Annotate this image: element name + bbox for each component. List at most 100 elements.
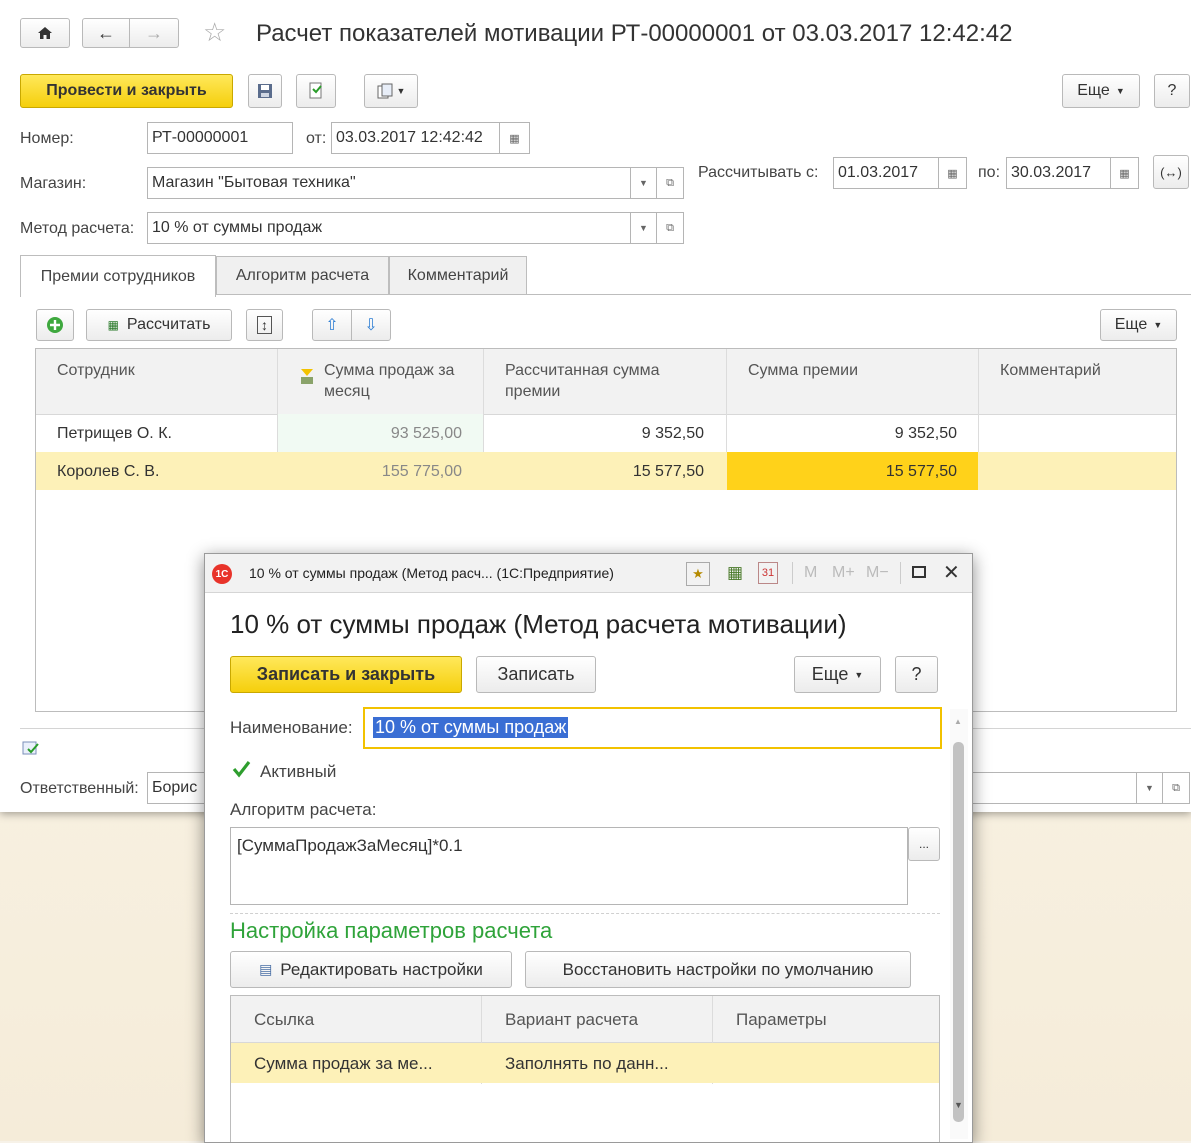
dropdown-chevron-icon[interactable]: ▼	[630, 212, 657, 244]
table-more-button[interactable]: Еще ▼	[1100, 309, 1177, 341]
dialog-help-button[interactable]: ?	[895, 656, 938, 693]
scroll-up-icon[interactable]: ▲	[954, 717, 962, 726]
back-button[interactable]: ←	[82, 18, 130, 48]
calculator-icon[interactable]: ▦	[727, 563, 743, 583]
dialog-save-button[interactable]: Записать	[476, 656, 596, 693]
expand-rows-button[interactable]: ↕	[246, 309, 283, 341]
cell-sales: 93 525,00	[390, 425, 462, 442]
calc-method-dialog: 1С 10 % от суммы продаж (Метод расч... (…	[204, 553, 973, 1143]
active-checkbox[interactable]	[231, 759, 251, 779]
calendar-icon[interactable]: ▦	[1110, 157, 1139, 189]
column-header-employee[interactable]: Сотрудник	[57, 360, 135, 381]
column-header-params[interactable]: Параметры	[736, 1009, 827, 1030]
more-button[interactable]: Еще ▼	[1062, 74, 1140, 108]
algorithm-textarea[interactable]: [СуммаПродажЗаМесяц]*0.1	[230, 827, 908, 905]
add-row-button[interactable]	[36, 309, 74, 341]
calendar-icon[interactable]: ▦	[938, 157, 967, 189]
algorithm-ellipsis-button[interactable]: ...	[908, 827, 940, 861]
table-row[interactable]: Петрищев О. К. 93 525,00 9 352,50 9 352,…	[36, 414, 1176, 452]
number-field[interactable]: РТ-00000001	[147, 122, 293, 154]
column-header-sales[interactable]: Сумма продаж за месяц	[324, 360, 474, 402]
favorites-icon[interactable]: ★	[686, 562, 710, 586]
save-button[interactable]	[248, 74, 282, 108]
cell-link: Сумма продаж за ме...	[254, 1054, 433, 1073]
posted-status-icon	[22, 740, 40, 761]
date-label: от:	[306, 130, 327, 147]
table-more-label: Еще	[1114, 316, 1148, 333]
help-button[interactable]: ?	[1154, 74, 1190, 108]
tab-calc-algorithm[interactable]: Алгоритм расчета	[216, 256, 389, 294]
table-row[interactable]: Королев С. В. 155 775,00 15 577,50 15 57…	[36, 452, 1176, 490]
create-based-on-button[interactable]: ▼	[364, 74, 418, 108]
period-select-button[interactable]: (↔)	[1153, 155, 1189, 189]
params-table: Ссылка Вариант расчета Параметры Сумма п…	[230, 995, 940, 1142]
calc-to-field[interactable]: 30.03.2017	[1006, 157, 1111, 189]
more-button-label: Еще	[1077, 82, 1110, 99]
arrow-right-icon: →	[145, 22, 163, 43]
name-field[interactable]: 10 % от суммы продаж	[363, 707, 942, 749]
name-label: Наименование:	[230, 718, 353, 737]
chevron-down-icon: ▼	[1115, 86, 1125, 96]
responsible-label: Ответственный:	[20, 780, 139, 797]
home-button[interactable]	[20, 18, 70, 48]
move-up-button[interactable]: ⇧	[312, 309, 352, 341]
tab-comment[interactable]: Комментарий	[389, 256, 527, 294]
dropdown-chevron-icon[interactable]: ▼	[1136, 772, 1163, 804]
memory-m-plus-button[interactable]: M+	[832, 564, 855, 582]
restore-defaults-button[interactable]: Восстановить настройки по умолчанию	[525, 951, 911, 988]
cell-sales: 155 775,00	[381, 463, 462, 480]
tab-employee-bonuses[interactable]: Премии сотрудников	[20, 255, 216, 297]
active-label[interactable]: Активный	[260, 762, 336, 782]
store-field[interactable]: Магазин "Бытовая техника"	[147, 167, 631, 199]
period-icon: (↔)	[1160, 164, 1182, 180]
favorite-star-icon[interactable]: ☆	[203, 17, 226, 48]
plus-circle-icon	[47, 317, 63, 333]
calculate-icon: ▦	[107, 318, 119, 332]
save-and-close-button[interactable]: Записать и закрыть	[230, 656, 462, 693]
dialog-title-bar[interactable]: 1С 10 % от суммы продаж (Метод расч... (…	[205, 554, 972, 593]
post-and-close-button[interactable]: Провести и закрыть	[20, 74, 233, 108]
column-header-comment[interactable]: Комментарий	[1000, 360, 1101, 381]
calculate-button[interactable]: ▦ Рассчитать	[86, 309, 232, 341]
arrow-up-icon: ⇧	[325, 317, 339, 334]
forward-button[interactable]: →	[129, 18, 179, 48]
column-header-link[interactable]: Ссылка	[254, 1009, 314, 1030]
column-header-variant[interactable]: Вариант расчета	[505, 1009, 638, 1030]
dialog-more-button[interactable]: Еще ▼	[794, 656, 881, 693]
algorithm-label: Алгоритм расчета:	[230, 800, 377, 819]
column-header-calculated-bonus[interactable]: Рассчитанная сумма премии	[505, 360, 705, 402]
edit-settings-label: Редактировать настройки	[280, 959, 483, 979]
dialog-scrollbar[interactable]: ▲	[950, 709, 968, 1139]
scrollbar-thumb[interactable]	[953, 742, 964, 1122]
close-icon[interactable]: ✕	[943, 560, 960, 585]
dropdown-chevron-icon[interactable]: ▼	[630, 167, 657, 199]
home-icon	[38, 27, 52, 39]
method-field[interactable]: 10 % от суммы продаж	[147, 212, 631, 244]
open-link-icon[interactable]: ⧉	[656, 212, 684, 244]
edit-settings-button[interactable]: ▤ Редактировать настройки	[230, 951, 512, 988]
date-field[interactable]: 03.03.2017 12:42:42	[331, 122, 500, 154]
column-header-bonus[interactable]: Сумма премии	[748, 360, 858, 381]
memory-m-button[interactable]: M	[804, 564, 817, 582]
table-row[interactable]: Сумма продаж за ме... Заполнять по данн.…	[231, 1043, 939, 1083]
calculated-column-icon	[298, 367, 316, 390]
expand-vertical-icon: ↕	[257, 316, 272, 334]
cell-calculated: 9 352,50	[641, 425, 704, 442]
cell-variant: Заполнять по данн...	[505, 1054, 669, 1073]
calculate-button-label: Рассчитать	[126, 316, 211, 333]
open-link-icon[interactable]: ⧉	[656, 167, 684, 199]
move-down-button[interactable]: ⇩	[351, 309, 391, 341]
maximize-icon[interactable]	[912, 566, 926, 578]
settings-edit-icon: ▤	[259, 961, 273, 977]
calendar-icon[interactable]: ▦	[499, 122, 530, 154]
post-button[interactable]	[296, 74, 336, 108]
cell-bonus: 15 577,50	[885, 463, 957, 480]
scroll-down-icon[interactable]: ▼	[954, 1100, 963, 1110]
dialog-more-label: Еще	[811, 664, 849, 684]
dialog-heading: 10 % от суммы продаж (Метод расчета моти…	[230, 609, 847, 639]
app-logo-icon: 1С	[212, 564, 232, 584]
memory-m-minus-button[interactable]: M−	[866, 564, 889, 582]
calc-from-field[interactable]: 01.03.2017	[833, 157, 939, 189]
calendar-icon[interactable]: 31	[758, 562, 778, 584]
open-link-icon[interactable]: ⧉	[1162, 772, 1190, 804]
